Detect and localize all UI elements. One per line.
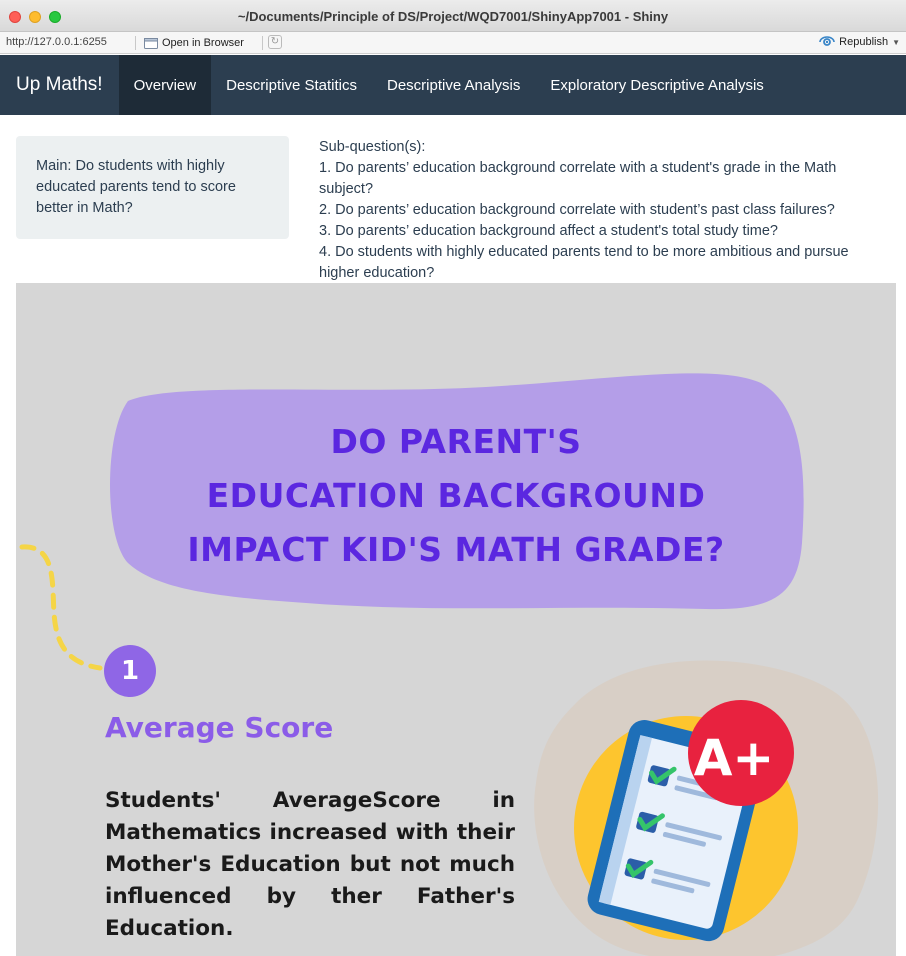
section-title: Average Score xyxy=(105,711,334,744)
sub-question-item: 2. Do parents’ education background corr… xyxy=(319,202,835,218)
refresh-icon[interactable]: ↻ xyxy=(268,35,282,49)
tab-descriptive-analysis[interactable]: Descriptive Analysis xyxy=(372,55,535,115)
infographic-body-text: Students' AverageScore in Mathematics in… xyxy=(105,788,515,941)
viewer-toolbar: http://127.0.0.1:6255 Open in Browser ↻ … xyxy=(0,32,906,54)
clipboard-grade-illustration: A+ xyxy=(574,700,798,942)
republish-button[interactable]: Republish ▼ xyxy=(819,36,900,48)
sub-question-item: 3. Do parents’ education background affe… xyxy=(319,223,778,239)
sub-questions-heading: Sub-question(s): xyxy=(319,139,426,155)
main-question-text: Main: Do students with highly educated p… xyxy=(36,158,236,216)
grade-badge-text: A+ xyxy=(694,729,775,787)
republish-label: Republish xyxy=(839,36,889,48)
tab-descriptive-statistics[interactable]: Descriptive Statitics xyxy=(211,55,372,115)
sub-question-item: 1. Do parents’ education background corr… xyxy=(319,160,837,197)
toolbar-divider xyxy=(135,36,136,50)
headline-line: IMPACT KID'S MATH GRADE? xyxy=(187,530,725,569)
publish-icon xyxy=(819,36,835,46)
main-question-panel: Main: Do students with highly educated p… xyxy=(16,136,289,239)
toolbar-divider xyxy=(262,36,263,50)
window-titlebar: ~/Documents/Principle of DS/Project/WQD7… xyxy=(0,0,906,32)
headline-line: DO PARENT'S xyxy=(330,422,582,461)
sub-question-item: 4. Do students with highly educated pare… xyxy=(319,244,849,281)
infographic-image: DO PARENT'S EDUCATION BACKGROUND IMPACT … xyxy=(16,283,896,956)
sub-questions: Sub-question(s): 1. Do parents’ educatio… xyxy=(319,137,889,284)
browser-icon xyxy=(144,37,158,49)
tab-exploratory-descriptive-analysis[interactable]: Exploratory Descriptive Analysis xyxy=(535,55,778,115)
infographic-headline: DO PARENT'S EDUCATION BACKGROUND IMPACT … xyxy=(106,415,806,577)
open-in-browser-label: Open in Browser xyxy=(162,37,244,49)
app-navbar: Up Maths! Overview Descriptive Statitics… xyxy=(0,55,906,115)
step-number-badge: 1 xyxy=(104,645,156,697)
open-in-browser-button[interactable]: Open in Browser xyxy=(144,35,244,51)
app-brand[interactable]: Up Maths! xyxy=(0,55,119,115)
url-text[interactable]: http://127.0.0.1:6255 xyxy=(6,36,107,48)
tab-overview[interactable]: Overview xyxy=(118,55,212,115)
window-title: ~/Documents/Principle of DS/Project/WQD7… xyxy=(237,9,669,24)
headline-line: EDUCATION BACKGROUND xyxy=(206,476,706,515)
chevron-down-icon[interactable]: ▼ xyxy=(892,38,900,47)
